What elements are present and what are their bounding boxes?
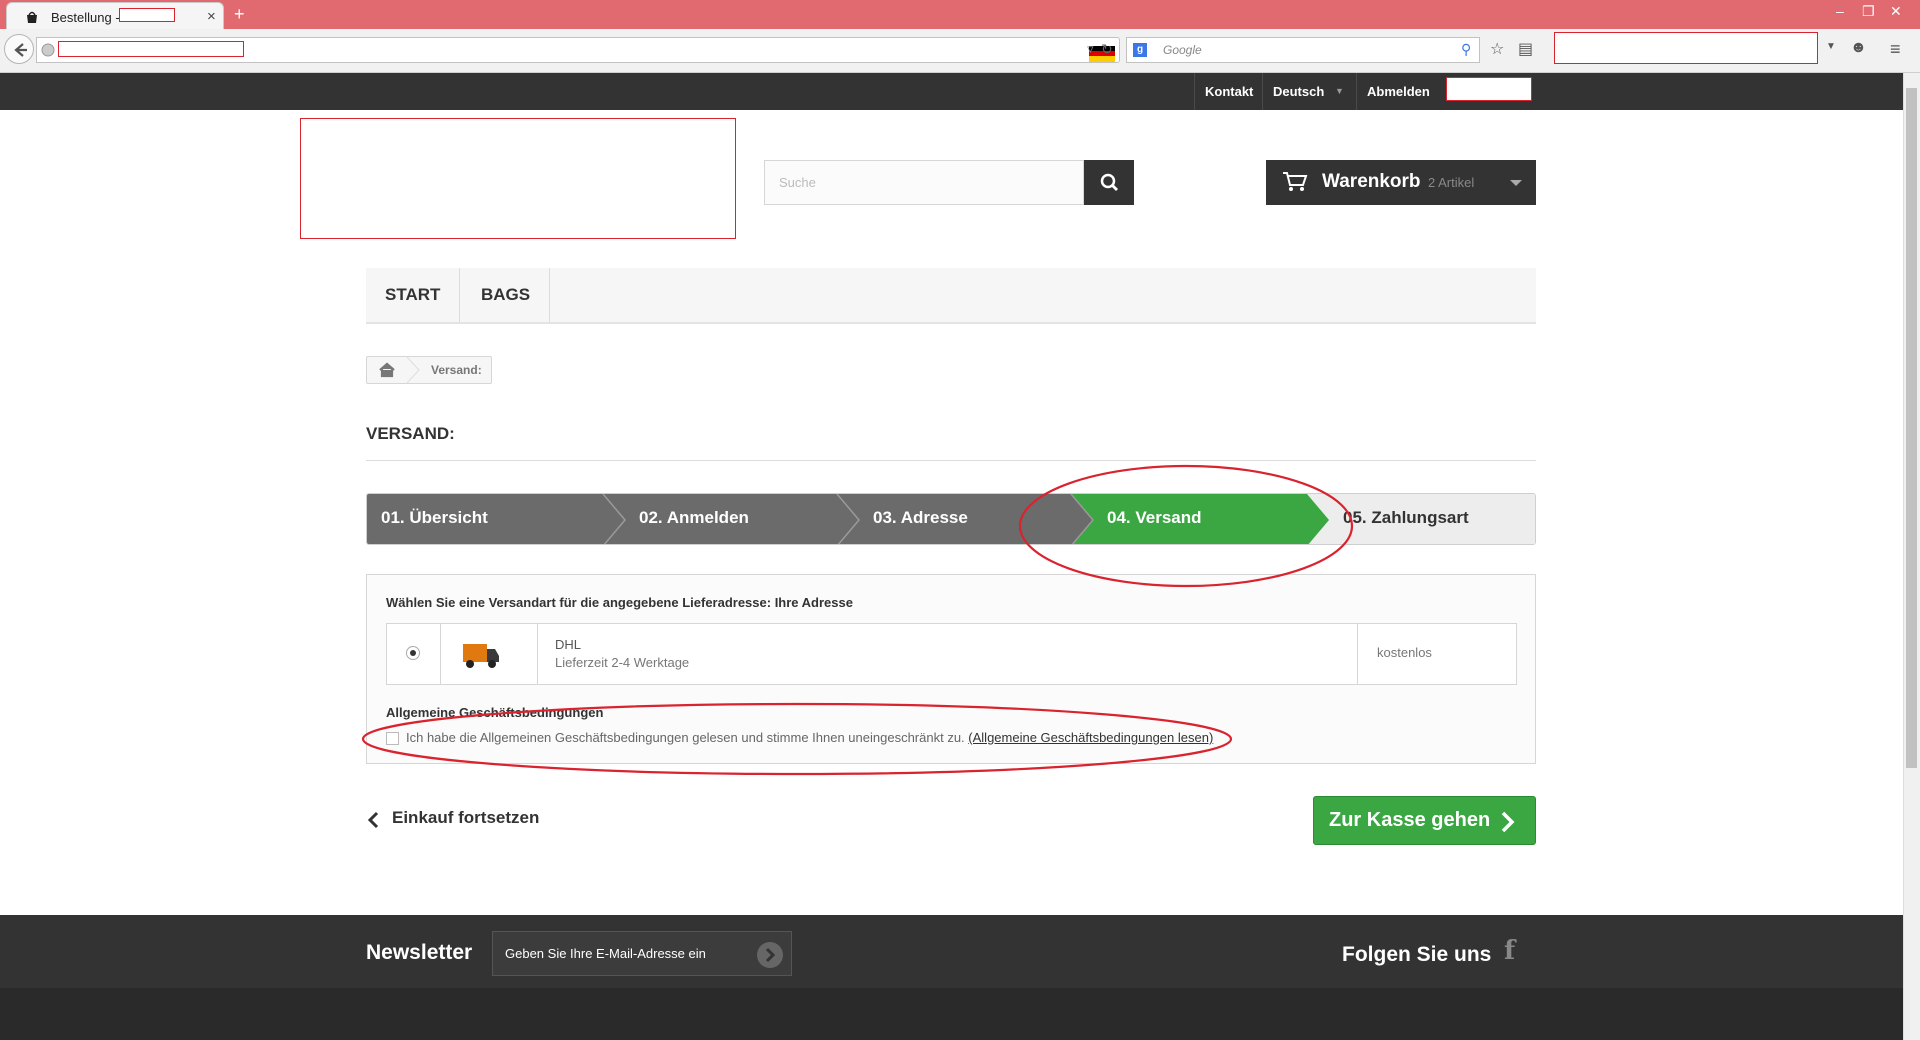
browser-navbar: ▿ ↻ g Google ⚲ ☆ ▤ ▼ ☻ ≡ [0,29,1920,73]
browser-tab[interactable]: Bestellung - × [6,2,224,30]
chevron-right-icon [765,947,776,963]
bookmarks-list-icon[interactable]: ▤ [1518,39,1533,59]
new-tab-button[interactable]: + [234,4,245,25]
footer-lower [0,988,1903,1040]
redacted-url [58,41,244,57]
tab-title: Bestellung - [51,10,120,25]
back-arrow-icon [14,43,27,57]
google-icon: g [1133,43,1147,57]
follow-us-title: Folgen Sie uns [1342,943,1492,966]
globe-icon [41,43,55,57]
browser-titlebar [0,0,1920,29]
newsletter-email-input[interactable]: Geben Sie Ihre E-Mail-Adresse ein [492,931,792,976]
web-page: Kontakt Deutsch ▼ Abmelden Suche Warenko… [0,73,1903,1040]
close-window-icon[interactable]: ✕ [1890,3,1902,20]
restore-icon[interactable]: ❐ [1862,3,1875,20]
redacted-box [119,8,175,22]
minimize-icon[interactable]: – [1836,3,1844,19]
dropdown-icon[interactable]: ▼ [1826,41,1836,52]
bag-favicon-icon [27,11,37,23]
newsletter-title: Newsletter [366,941,473,964]
back-button[interactable] [4,34,34,64]
bookmark-star-icon[interactable]: ☆ [1490,39,1504,59]
search-engine-placeholder: Google [1163,43,1202,57]
reload-icon[interactable]: ↻ [1101,41,1113,58]
url-bar[interactable]: ▿ ↻ [36,37,1120,63]
magnifier-icon[interactable]: ⚲ [1461,41,1471,58]
annotation-overlay [361,464,1354,776]
chat-icon[interactable]: ☻ [1850,39,1867,57]
newsletter-submit-button[interactable] [757,942,783,968]
dropdown-icon[interactable]: ▿ [1087,41,1094,57]
menu-hamburger-icon[interactable]: ≡ [1890,39,1901,60]
scrollbar-thumb[interactable] [1906,88,1917,768]
redacted-box [1554,32,1818,64]
facebook-icon[interactable]: f [1504,936,1515,966]
close-tab-icon[interactable]: × [207,8,216,25]
newsletter-placeholder: Geben Sie Ihre E-Mail-Adresse ein [505,946,706,961]
annotation-ellipse-terms [361,702,1233,776]
browser-search-bar[interactable]: g Google ⚲ [1126,37,1480,63]
annotation-ellipse-step [1018,464,1354,588]
